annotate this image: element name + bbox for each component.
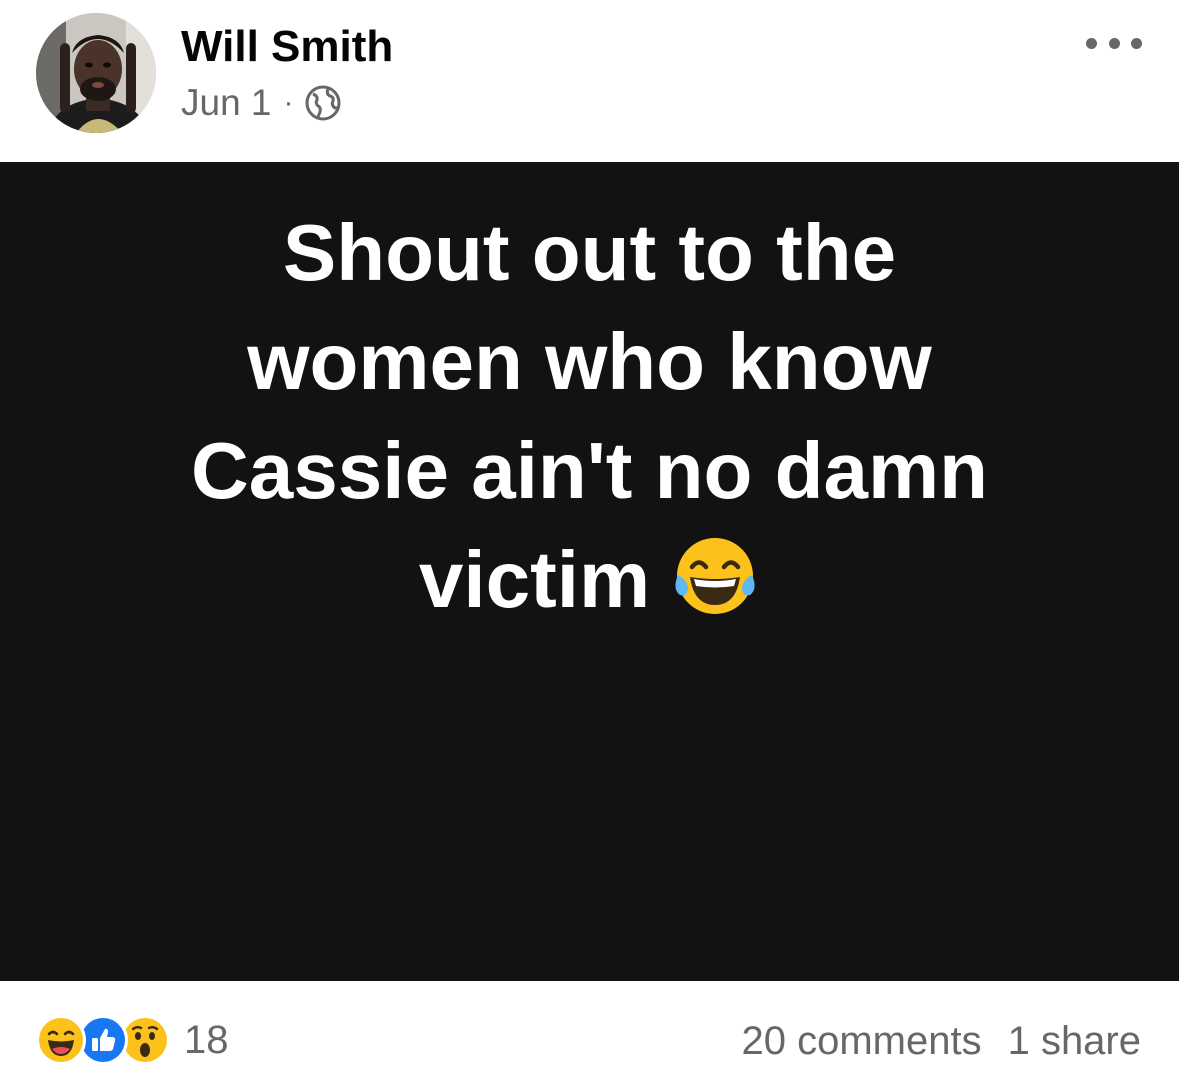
post-text-line-last: victim: [0, 525, 1179, 634]
more-dot: [1108, 37, 1120, 49]
facebook-post: Will Smith Jun 1 · Shout out to the wome…: [0, 0, 1179, 1086]
post-meta: Jun 1 ·: [181, 82, 342, 124]
meta-separator: ·: [283, 86, 294, 119]
avatar-photo: [36, 13, 156, 133]
globe-icon: [304, 84, 342, 122]
reaction-count: 18: [184, 1017, 229, 1062]
more-dot: [1131, 37, 1142, 49]
post-text-line: women who know: [247, 317, 932, 406]
more-options-icon[interactable]: [1086, 30, 1142, 56]
post-text-word: victim: [418, 535, 651, 624]
reactions-summary[interactable]: 18: [36, 1015, 229, 1065]
shares-link[interactable]: 1 share: [1008, 1019, 1141, 1064]
comments-link[interactable]: 20 comments: [741, 1019, 981, 1064]
post-header: Will Smith Jun 1 ·: [0, 0, 1179, 162]
post-text-line: Shout out to the: [282, 208, 897, 297]
post-footer: 18 20 comments 1 share: [0, 981, 1179, 1086]
more-dot: [1086, 37, 1097, 49]
author-name[interactable]: Will Smith: [181, 22, 393, 72]
haha-icon: [36, 1015, 86, 1065]
post-image-text: Shout out to the women who know Cassie a…: [0, 198, 1179, 634]
author-avatar[interactable]: [36, 13, 156, 133]
engagement-links: 20 comments 1 share: [741, 1019, 1141, 1064]
laughing-tears-emoji-icon: [670, 531, 760, 621]
post-text-line: Cassie ain't no damn: [191, 426, 988, 515]
post-date[interactable]: Jun 1: [181, 82, 272, 124]
